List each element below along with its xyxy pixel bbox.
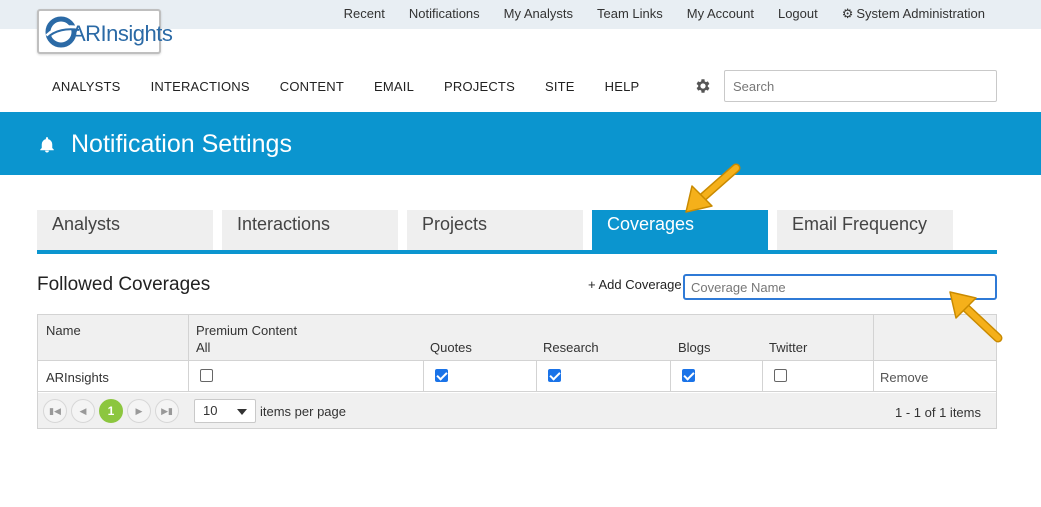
- main-nav: ANALYSTS INTERACTIONS CONTENT EMAIL PROJ…: [52, 79, 639, 94]
- page-size-select[interactable]: 10: [194, 399, 256, 423]
- cell-divider: [670, 361, 671, 391]
- header-name[interactable]: Name: [46, 323, 81, 338]
- header-premium-content: Premium Content: [196, 323, 298, 338]
- annotation-arrow-icon: [949, 291, 1003, 343]
- last-page-button[interactable]: ▶▮: [155, 399, 179, 423]
- annotation-arrow-icon: [685, 163, 741, 213]
- quotes-checkbox[interactable]: [435, 369, 448, 382]
- chevron-down-icon: [237, 409, 247, 415]
- next-page-button[interactable]: ▶: [127, 399, 151, 423]
- prev-page-button[interactable]: ◀: [71, 399, 95, 423]
- top-link-my-analysts[interactable]: My Analysts: [504, 6, 573, 22]
- tab-analysts[interactable]: Analysts: [37, 210, 213, 250]
- header-twitter: Twitter: [769, 340, 808, 355]
- cell-divider: [536, 361, 537, 391]
- logo-text: ARInsights: [71, 21, 173, 46]
- header-divider: [188, 315, 189, 361]
- top-link-my-account[interactable]: My Account: [687, 6, 754, 22]
- tab-email-frequency[interactable]: Email Frequency: [777, 210, 953, 250]
- top-link-system-administration[interactable]: ⚙ System Administration: [842, 6, 985, 22]
- first-page-button[interactable]: ▮◀: [43, 399, 67, 423]
- all-checkbox[interactable]: [200, 369, 213, 382]
- nav-analysts[interactable]: ANALYSTS: [52, 79, 121, 94]
- header-all: All: [196, 340, 211, 355]
- table-header: Name Premium Content All Quotes Research…: [38, 315, 996, 361]
- tab-underline: [37, 250, 997, 254]
- top-links: Recent Notifications My Analysts Team Li…: [344, 6, 985, 22]
- nav-interactions[interactable]: INTERACTIONS: [151, 79, 250, 94]
- cell-divider: [188, 361, 189, 391]
- twitter-checkbox[interactable]: [774, 369, 787, 382]
- nav-content[interactable]: CONTENT: [280, 79, 344, 94]
- top-link-notifications[interactable]: Notifications: [409, 6, 480, 22]
- table-pager: ▮◀ ◀ 1 ▶ ▶▮ 10 items per page 1 - 1 of 1…: [38, 393, 996, 428]
- header-blogs: Blogs: [678, 340, 711, 355]
- tab-interactions[interactable]: Interactions: [222, 210, 398, 250]
- top-link-recent[interactable]: Recent: [344, 6, 385, 22]
- arinsights-logo[interactable]: ARInsights: [37, 9, 173, 54]
- system-admin-label: System Administration: [856, 6, 985, 21]
- research-checkbox[interactable]: [548, 369, 561, 382]
- items-per-page-label: items per page: [260, 404, 346, 419]
- page-title: Notification Settings: [71, 130, 292, 158]
- nav-email[interactable]: EMAIL: [374, 79, 414, 94]
- bell-icon: [40, 137, 54, 153]
- top-link-team-links[interactable]: Team Links: [597, 6, 663, 22]
- page-size-value: 10: [203, 403, 218, 418]
- top-link-logout[interactable]: Logout: [778, 6, 818, 22]
- tab-projects[interactable]: Projects: [407, 210, 583, 250]
- header-research: Research: [543, 340, 599, 355]
- nav-projects[interactable]: PROJECTS: [444, 79, 515, 94]
- search-input[interactable]: [724, 70, 997, 102]
- cell-divider: [873, 361, 874, 391]
- blogs-checkbox[interactable]: [682, 369, 695, 382]
- header-divider: [873, 315, 874, 361]
- header-quotes: Quotes: [430, 340, 472, 355]
- add-coverage-button[interactable]: + Add Coverage: [588, 277, 682, 292]
- remove-link[interactable]: Remove: [880, 370, 928, 385]
- settings-tabs: Analysts Interactions Projects Coverages…: [37, 210, 997, 254]
- coverages-table: Name Premium Content All Quotes Research…: [37, 314, 997, 429]
- pager-info: 1 - 1 of 1 items: [895, 405, 981, 420]
- nav-help[interactable]: HELP: [605, 79, 640, 94]
- cell-divider: [762, 361, 763, 391]
- table-row: ARInsights Remove: [38, 361, 996, 392]
- page-button-current[interactable]: 1: [99, 399, 123, 423]
- gear-icon: ⚙: [841, 6, 854, 21]
- cell-divider: [423, 361, 424, 391]
- settings-gear-icon[interactable]: [694, 77, 712, 95]
- nav-site[interactable]: SITE: [545, 79, 575, 94]
- section-title: Followed Coverages: [37, 274, 211, 295]
- row-coverage-name: ARInsights: [46, 370, 109, 385]
